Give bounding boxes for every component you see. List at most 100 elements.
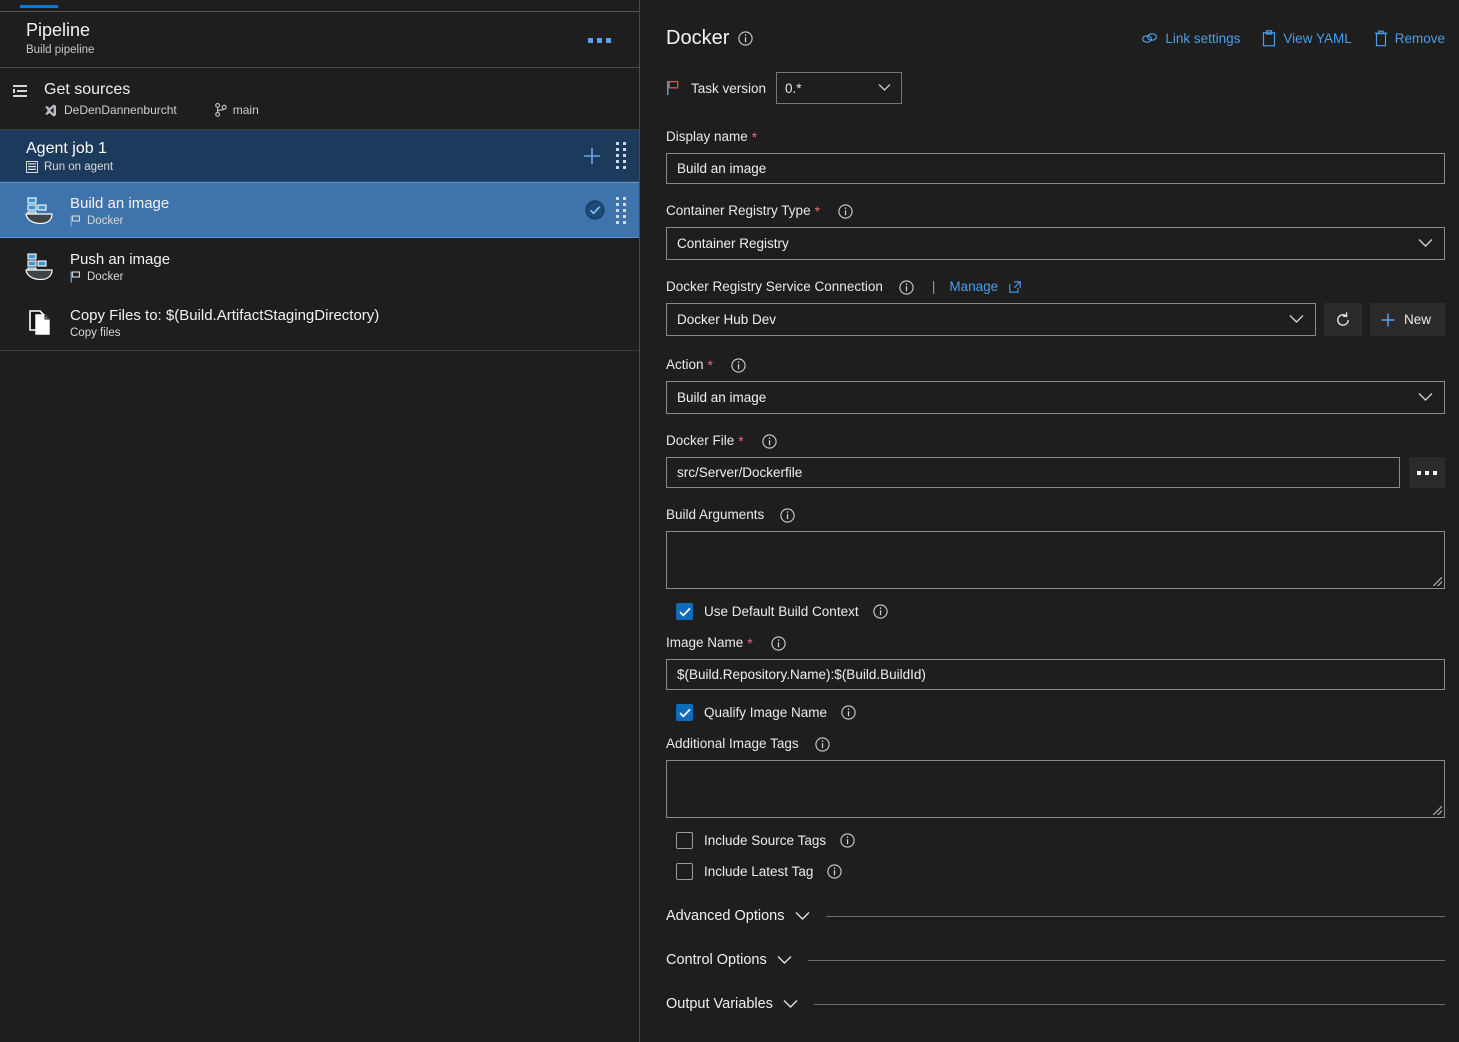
label-separator: | [932, 278, 936, 296]
repository-name: DeDenDannenburcht [64, 103, 177, 117]
action-label: Action [666, 356, 704, 374]
container-registry-type-label: Container Registry Type [666, 202, 811, 220]
get-sources-meta: DeDenDannenburcht main [44, 103, 639, 117]
task-subtitle: Copy files [70, 327, 121, 339]
manage-link[interactable]: Manage [949, 278, 998, 296]
checkbox-include-latest-tag[interactable]: Include Latest Tag [676, 863, 1445, 880]
docker-file-label: Docker File [666, 432, 734, 450]
task-row-copy-files[interactable]: Copy Files to: $(Build.ArtifactStagingDi… [0, 294, 639, 350]
required-asterisk: * [708, 356, 713, 374]
section-divider [808, 960, 1445, 961]
build-arguments-label-wrap: Build Arguments [666, 506, 1445, 524]
additional-image-tags-textarea[interactable] [666, 760, 1445, 818]
link-settings-button[interactable]: Link settings [1141, 30, 1240, 47]
checkbox-qualify-image-name[interactable]: Qualify Image Name [676, 704, 1445, 721]
get-sources-row[interactable]: Get sources DeDenDannenburcht [0, 68, 639, 130]
info-icon[interactable] [827, 864, 842, 879]
build-arguments-label: Build Arguments [666, 506, 764, 524]
section-output-variables[interactable]: Output Variables [666, 996, 1445, 1012]
get-sources-icon [13, 84, 33, 100]
active-tab-indicator [20, 5, 58, 8]
field-docker-file: Docker File * src/Server/Dockerfile [666, 432, 1445, 488]
info-icon[interactable] [815, 737, 830, 752]
docker-registry-service-connection-label-wrap: Docker Registry Service Connection | Man… [666, 278, 1445, 296]
task-version-select[interactable]: 0.* [776, 72, 902, 104]
docker-file-input[interactable]: src/Server/Dockerfile [666, 457, 1400, 488]
checkbox-icon[interactable] [676, 603, 693, 620]
plus-icon [1380, 312, 1396, 328]
display-name-input[interactable]: Build an image [666, 153, 1445, 184]
info-icon[interactable] [762, 434, 777, 449]
task-title: Build an image [70, 194, 585, 213]
drag-dots-icon [616, 142, 626, 169]
docker-registry-service-connection-select[interactable]: Docker Hub Dev [666, 303, 1316, 336]
task-version-value: 0.* [785, 81, 802, 96]
info-icon[interactable] [771, 636, 786, 651]
chevron-down-icon [1418, 238, 1433, 248]
remove-button[interactable]: Remove [1374, 30, 1445, 47]
kebab-dot-icon [597, 38, 602, 43]
build-arguments-textarea[interactable] [666, 531, 1445, 589]
required-asterisk: * [738, 432, 743, 450]
task-drag-handle[interactable] [613, 190, 629, 230]
view-yaml-button[interactable]: View YAML [1262, 30, 1351, 47]
section-divider [814, 1004, 1445, 1005]
info-icon[interactable] [840, 833, 855, 848]
chevron-down-icon [777, 955, 792, 965]
info-icon[interactable] [731, 358, 746, 373]
info-icon[interactable] [899, 280, 914, 295]
checkbox-icon[interactable] [676, 704, 693, 721]
info-icon[interactable] [838, 204, 853, 219]
refresh-connections-button[interactable] [1324, 303, 1362, 336]
repository-icon [44, 104, 57, 117]
section-control-options[interactable]: Control Options [666, 952, 1445, 968]
field-docker-registry-service-connection: Docker Registry Service Connection | Man… [666, 278, 1445, 336]
new-label: New [1404, 312, 1431, 327]
task-row-push-an-image[interactable]: Push an image Docker [0, 238, 639, 294]
field-container-registry-type: Container Registry Type * Container Regi… [666, 202, 1445, 260]
branch-icon [215, 103, 227, 117]
image-name-input[interactable]: $(Build.Repository.Name):$(Build.BuildId… [666, 659, 1445, 690]
additional-image-tags-label: Additional Image Tags [666, 735, 799, 753]
docker-registry-service-connection-label: Docker Registry Service Connection [666, 278, 883, 296]
container-registry-type-select[interactable]: Container Registry [666, 227, 1445, 260]
link-settings-label: Link settings [1165, 31, 1240, 46]
info-icon[interactable] [780, 508, 795, 523]
task-subtitle-wrap: Docker [70, 215, 585, 227]
info-icon[interactable] [873, 604, 888, 619]
chevron-down-icon [878, 83, 891, 92]
pipeline-more-actions-button[interactable] [588, 38, 611, 43]
ellipsis-dot-icon [1417, 471, 1421, 475]
trash-icon [1374, 30, 1388, 47]
checkbox-use-default-build-context[interactable]: Use Default Build Context [676, 603, 1445, 620]
required-asterisk: * [752, 128, 757, 146]
agent-job-text: Agent job 1 Run on agent [26, 139, 575, 173]
agent-job-row[interactable]: Agent job 1 Run on agent [0, 130, 639, 182]
flag-icon [70, 215, 81, 227]
info-icon[interactable] [841, 705, 856, 720]
field-image-name: Image Name * $(Build.Repository.Name):$(… [666, 634, 1445, 690]
additional-image-tags-label-wrap: Additional Image Tags [666, 735, 1445, 753]
get-sources-title: Get sources [44, 80, 639, 100]
task-subtitle-wrap: Docker [70, 271, 639, 283]
agent-job-drag-handle[interactable] [613, 136, 629, 176]
task-text: Copy Files to: $(Build.ArtifactStagingDi… [70, 306, 639, 339]
action-select[interactable]: Build an image [666, 381, 1445, 414]
image-name-label: Image Name [666, 634, 743, 652]
checkbox-include-source-tags[interactable]: Include Source Tags [676, 832, 1445, 849]
use-default-build-context-label: Use Default Build Context [704, 604, 859, 619]
info-icon[interactable] [738, 31, 753, 46]
image-name-label-wrap: Image Name * [666, 634, 1445, 652]
task-enabled-check-icon[interactable] [585, 200, 605, 220]
add-task-button[interactable] [575, 139, 609, 173]
branch-wrap: main [215, 103, 259, 117]
qualify-image-name-label: Qualify Image Name [704, 705, 827, 720]
task-row-build-an-image[interactable]: Build an image Docker [0, 182, 639, 238]
checkbox-icon[interactable] [676, 832, 693, 849]
new-service-connection-button[interactable]: New [1370, 303, 1445, 336]
field-build-arguments: Build Arguments [666, 506, 1445, 589]
docker-file-browse-button[interactable] [1409, 457, 1445, 488]
task-subtitle: Docker [87, 215, 123, 227]
checkbox-icon[interactable] [676, 863, 693, 880]
section-advanced-options[interactable]: Advanced Options [666, 908, 1445, 924]
